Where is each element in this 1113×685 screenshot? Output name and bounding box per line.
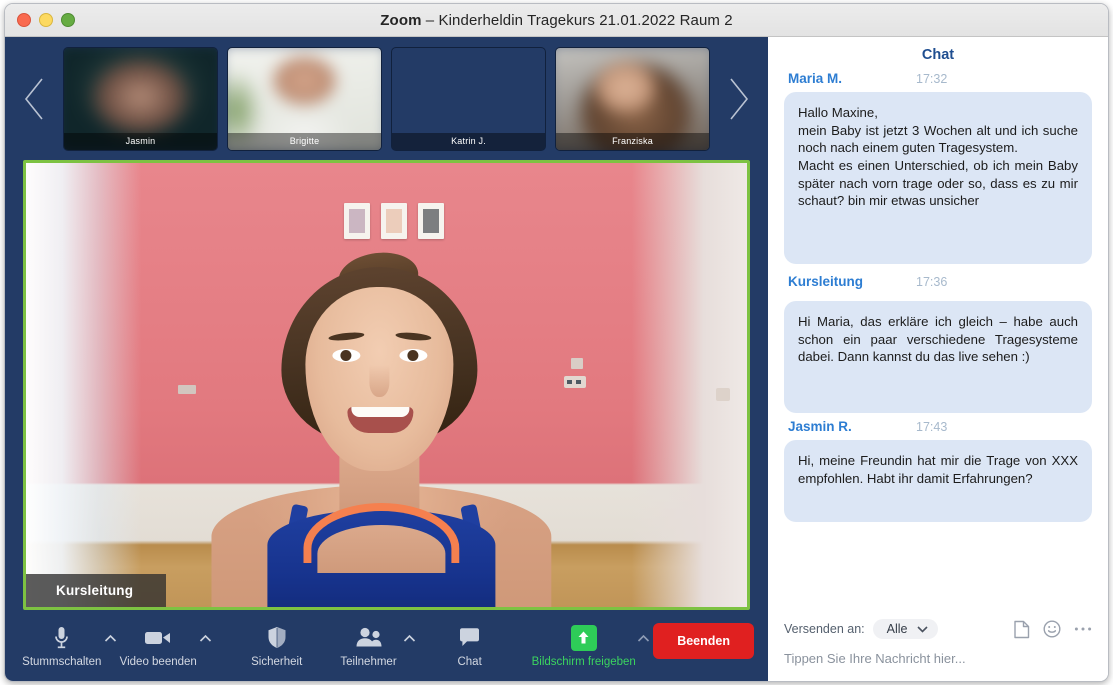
microphone-icon	[53, 625, 70, 651]
share-screen-icon	[570, 624, 597, 651]
speaker-eye	[331, 349, 360, 362]
wall-picture-frame	[418, 203, 444, 239]
mute-options-chevron-icon[interactable]	[103, 634, 119, 643]
speaker-person	[163, 248, 593, 607]
leave-meeting-button[interactable]: Beenden	[653, 623, 754, 659]
chat-button-label: Chat	[457, 655, 482, 668]
participant-name: Jasmin	[64, 132, 217, 150]
meeting-area: Jasmin Brigitte Katrin J. Franziska Kurs…	[5, 37, 768, 681]
share-options-chevron-icon[interactable]	[635, 634, 651, 643]
window-title: Zoom – Kinderheldin Tragekurs 21.01.2022…	[5, 12, 1108, 29]
participant-thumbnail[interactable]: Franziska	[555, 46, 710, 151]
chat-message-list[interactable]: Maria M. 17:32 Hallo Maxine, mein Baby i…	[768, 67, 1108, 609]
chat-message: Maria M. 17:32 Hallo Maxine, mein Baby i…	[784, 71, 1092, 264]
window-controls	[17, 4, 75, 36]
chat-send-to-row: Versenden an: Alle	[784, 619, 1092, 649]
participants-button-label: Teilnehmer	[340, 655, 397, 668]
chat-message-sender: Kursleitung	[788, 274, 864, 289]
chat-message: Kursleitung 17:36 Hi Maria, das erkläre …	[784, 270, 1092, 413]
chevron-right-icon[interactable]	[718, 37, 760, 160]
participant-thumbnail[interactable]: Brigitte	[227, 46, 382, 151]
chat-button[interactable]: Chat	[439, 625, 501, 668]
chat-message-sender: Jasmin R.	[788, 419, 852, 434]
participant-name: Katrin J.	[392, 132, 545, 150]
participant-name: Franziska	[556, 132, 709, 150]
speaker-eye	[398, 349, 427, 362]
chat-footer-icons	[1014, 620, 1092, 639]
stop-video-button[interactable]: Video beenden	[119, 625, 197, 668]
title-bar: Zoom – Kinderheldin Tragekurs 21.01.2022…	[5, 4, 1108, 37]
chat-message-sender: Maria M.	[788, 71, 843, 86]
chat-message-time: 17:32	[916, 72, 948, 86]
window-title-app: Zoom	[380, 11, 422, 29]
chat-input[interactable]	[784, 649, 1092, 668]
send-to-value: Alle	[886, 622, 908, 636]
video-camera-icon	[144, 625, 172, 651]
security-button[interactable]: Sicherheit	[246, 625, 308, 668]
wall-picture-frame	[344, 203, 370, 239]
chat-message: Jasmin R. 17:43 Hi, meine Freundin hat m…	[784, 419, 1092, 522]
share-screen-button-label: Bildschirm freigeben	[531, 655, 636, 668]
chat-footer: Versenden an: Alle	[768, 609, 1108, 681]
minimize-button[interactable]	[39, 13, 53, 27]
chat-message-text: Hi, meine Freundin hat mir die Trage von…	[784, 440, 1092, 522]
chat-message-time: 17:36	[916, 275, 948, 289]
share-screen-button[interactable]: Bildschirm freigeben	[531, 624, 636, 668]
ellipsis-icon[interactable]	[1074, 626, 1092, 632]
send-to-label: Versenden an:	[784, 622, 865, 636]
participant-name: Brigitte	[228, 132, 381, 150]
speaker-nose	[368, 365, 389, 397]
file-icon[interactable]	[1014, 620, 1030, 639]
chat-message-time: 17:43	[916, 420, 948, 434]
active-speaker-name: Kursleitung	[26, 574, 166, 607]
shield-icon	[267, 625, 287, 651]
video-options-chevron-icon[interactable]	[198, 634, 214, 643]
participant-thumbnail[interactable]: Katrin J.	[391, 46, 546, 151]
speaker-mouth	[346, 407, 413, 433]
close-button[interactable]	[17, 13, 31, 27]
meeting-toolbar: Stummschalten Video beenden Sicherheit T…	[5, 610, 768, 681]
participants-options-chevron-icon[interactable]	[402, 634, 418, 643]
chat-panel: Chat Maria M. 17:32 Hallo Maxine, mein B…	[768, 37, 1108, 681]
mute-button-label: Stummschalten	[22, 655, 102, 668]
participants-button[interactable]: Teilnehmer	[338, 625, 400, 668]
active-speaker-tile[interactable]: Kursleitung	[23, 160, 750, 610]
participant-thumbnail[interactable]: Jasmin	[63, 46, 218, 151]
window-title-separator: –	[421, 11, 439, 29]
participant-filmstrip: Jasmin Brigitte Katrin J. Franziska	[5, 37, 768, 160]
wall-picture-frame	[381, 203, 407, 239]
chat-message-header: Jasmin R. 17:43	[784, 419, 1092, 440]
send-to-dropdown[interactable]: Alle	[872, 619, 939, 639]
chat-bubble-icon	[458, 625, 481, 651]
chevron-down-icon	[917, 622, 929, 636]
wall-socket	[716, 388, 730, 401]
security-button-label: Sicherheit	[251, 655, 303, 668]
chat-panel-header: Chat	[921, 47, 955, 63]
maximize-button[interactable]	[61, 13, 75, 27]
chevron-left-icon[interactable]	[13, 37, 55, 160]
window-body: Jasmin Brigitte Katrin J. Franziska Kurs…	[5, 37, 1108, 681]
chat-message-text: Hi Maria, das erkläre ich gleich – habe …	[784, 301, 1092, 413]
chat-message-header: Kursleitung 17:36	[784, 270, 1092, 295]
mute-button[interactable]: Stummschalten	[22, 625, 102, 668]
chat-message-header: Maria M. 17:32	[784, 71, 1092, 92]
participants-icon	[354, 625, 384, 651]
zoom-window: Zoom – Kinderheldin Tragekurs 21.01.2022…	[4, 3, 1109, 682]
active-speaker-video	[26, 163, 747, 607]
emoji-icon[interactable]	[1043, 620, 1061, 638]
window-title-meeting: Kinderheldin Tragekurs 21.01.2022 Raum 2	[438, 11, 733, 29]
stop-video-button-label: Video beenden	[119, 655, 197, 668]
chat-message-text: Hallo Maxine, mein Baby ist jetzt 3 Woch…	[784, 92, 1092, 264]
